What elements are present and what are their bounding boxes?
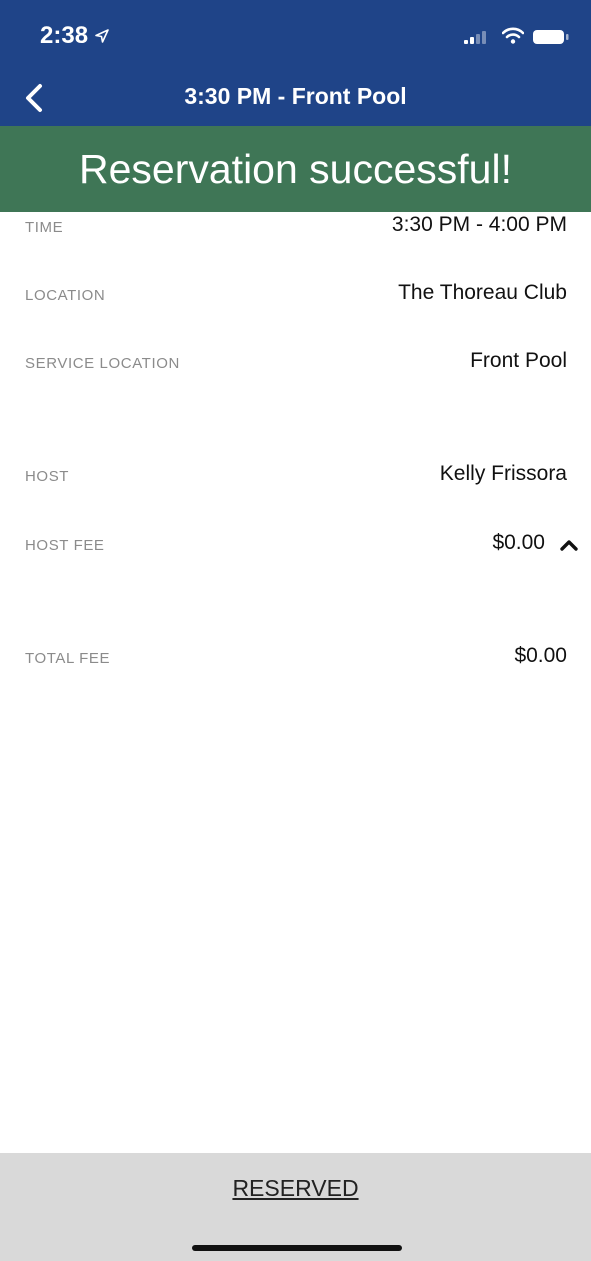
reserved-status-link[interactable]: RESERVED (0, 1175, 591, 1202)
back-button[interactable] (18, 78, 54, 118)
status-time: 2:38 (40, 22, 89, 49)
nav-bar: 3:30 PM - Front Pool (0, 70, 591, 126)
host-fee-label: HOST FEE (25, 537, 105, 554)
host-fee-value: $0.00 (492, 531, 545, 554)
host-fee-row[interactable]: HOST FEE $0.00 (0, 527, 591, 567)
service-location-row: SERVICE LOCATION Front Pool (0, 345, 591, 385)
cellular-signal-icon (464, 31, 486, 44)
service-location-value: Front Pool (470, 349, 567, 372)
location-row: LOCATION The Thoreau Club (0, 277, 591, 317)
chevron-up-icon[interactable] (559, 538, 579, 552)
home-indicator (192, 1245, 402, 1251)
battery-icon (533, 30, 569, 44)
time-row: TIME 3:30 PM - 4:00 PM (0, 209, 591, 249)
total-fee-label: TOTAL FEE (25, 650, 111, 667)
location-arrow-icon (95, 29, 109, 43)
success-banner: Reservation successful! (0, 126, 591, 212)
host-label: HOST (25, 468, 70, 485)
chevron-left-icon (26, 84, 42, 112)
total-fee-row: TOTAL FEE $0.00 (0, 640, 591, 680)
wifi-icon (502, 27, 524, 44)
host-row: HOST Kelly Frissora (0, 458, 591, 498)
location-value: The Thoreau Club (398, 281, 567, 304)
status-bar: 2:38 (0, 0, 591, 70)
location-label: LOCATION (25, 287, 106, 304)
service-location-label: SERVICE LOCATION (25, 355, 180, 372)
total-fee-value: $0.00 (514, 644, 567, 667)
footer-bar: RESERVED (0, 1153, 591, 1261)
host-value: Kelly Frissora (439, 462, 567, 485)
page-title: 3:30 PM - Front Pool (184, 83, 407, 109)
time-value: 3:30 PM - 4:00 PM (391, 213, 567, 236)
time-label: TIME (25, 219, 64, 236)
